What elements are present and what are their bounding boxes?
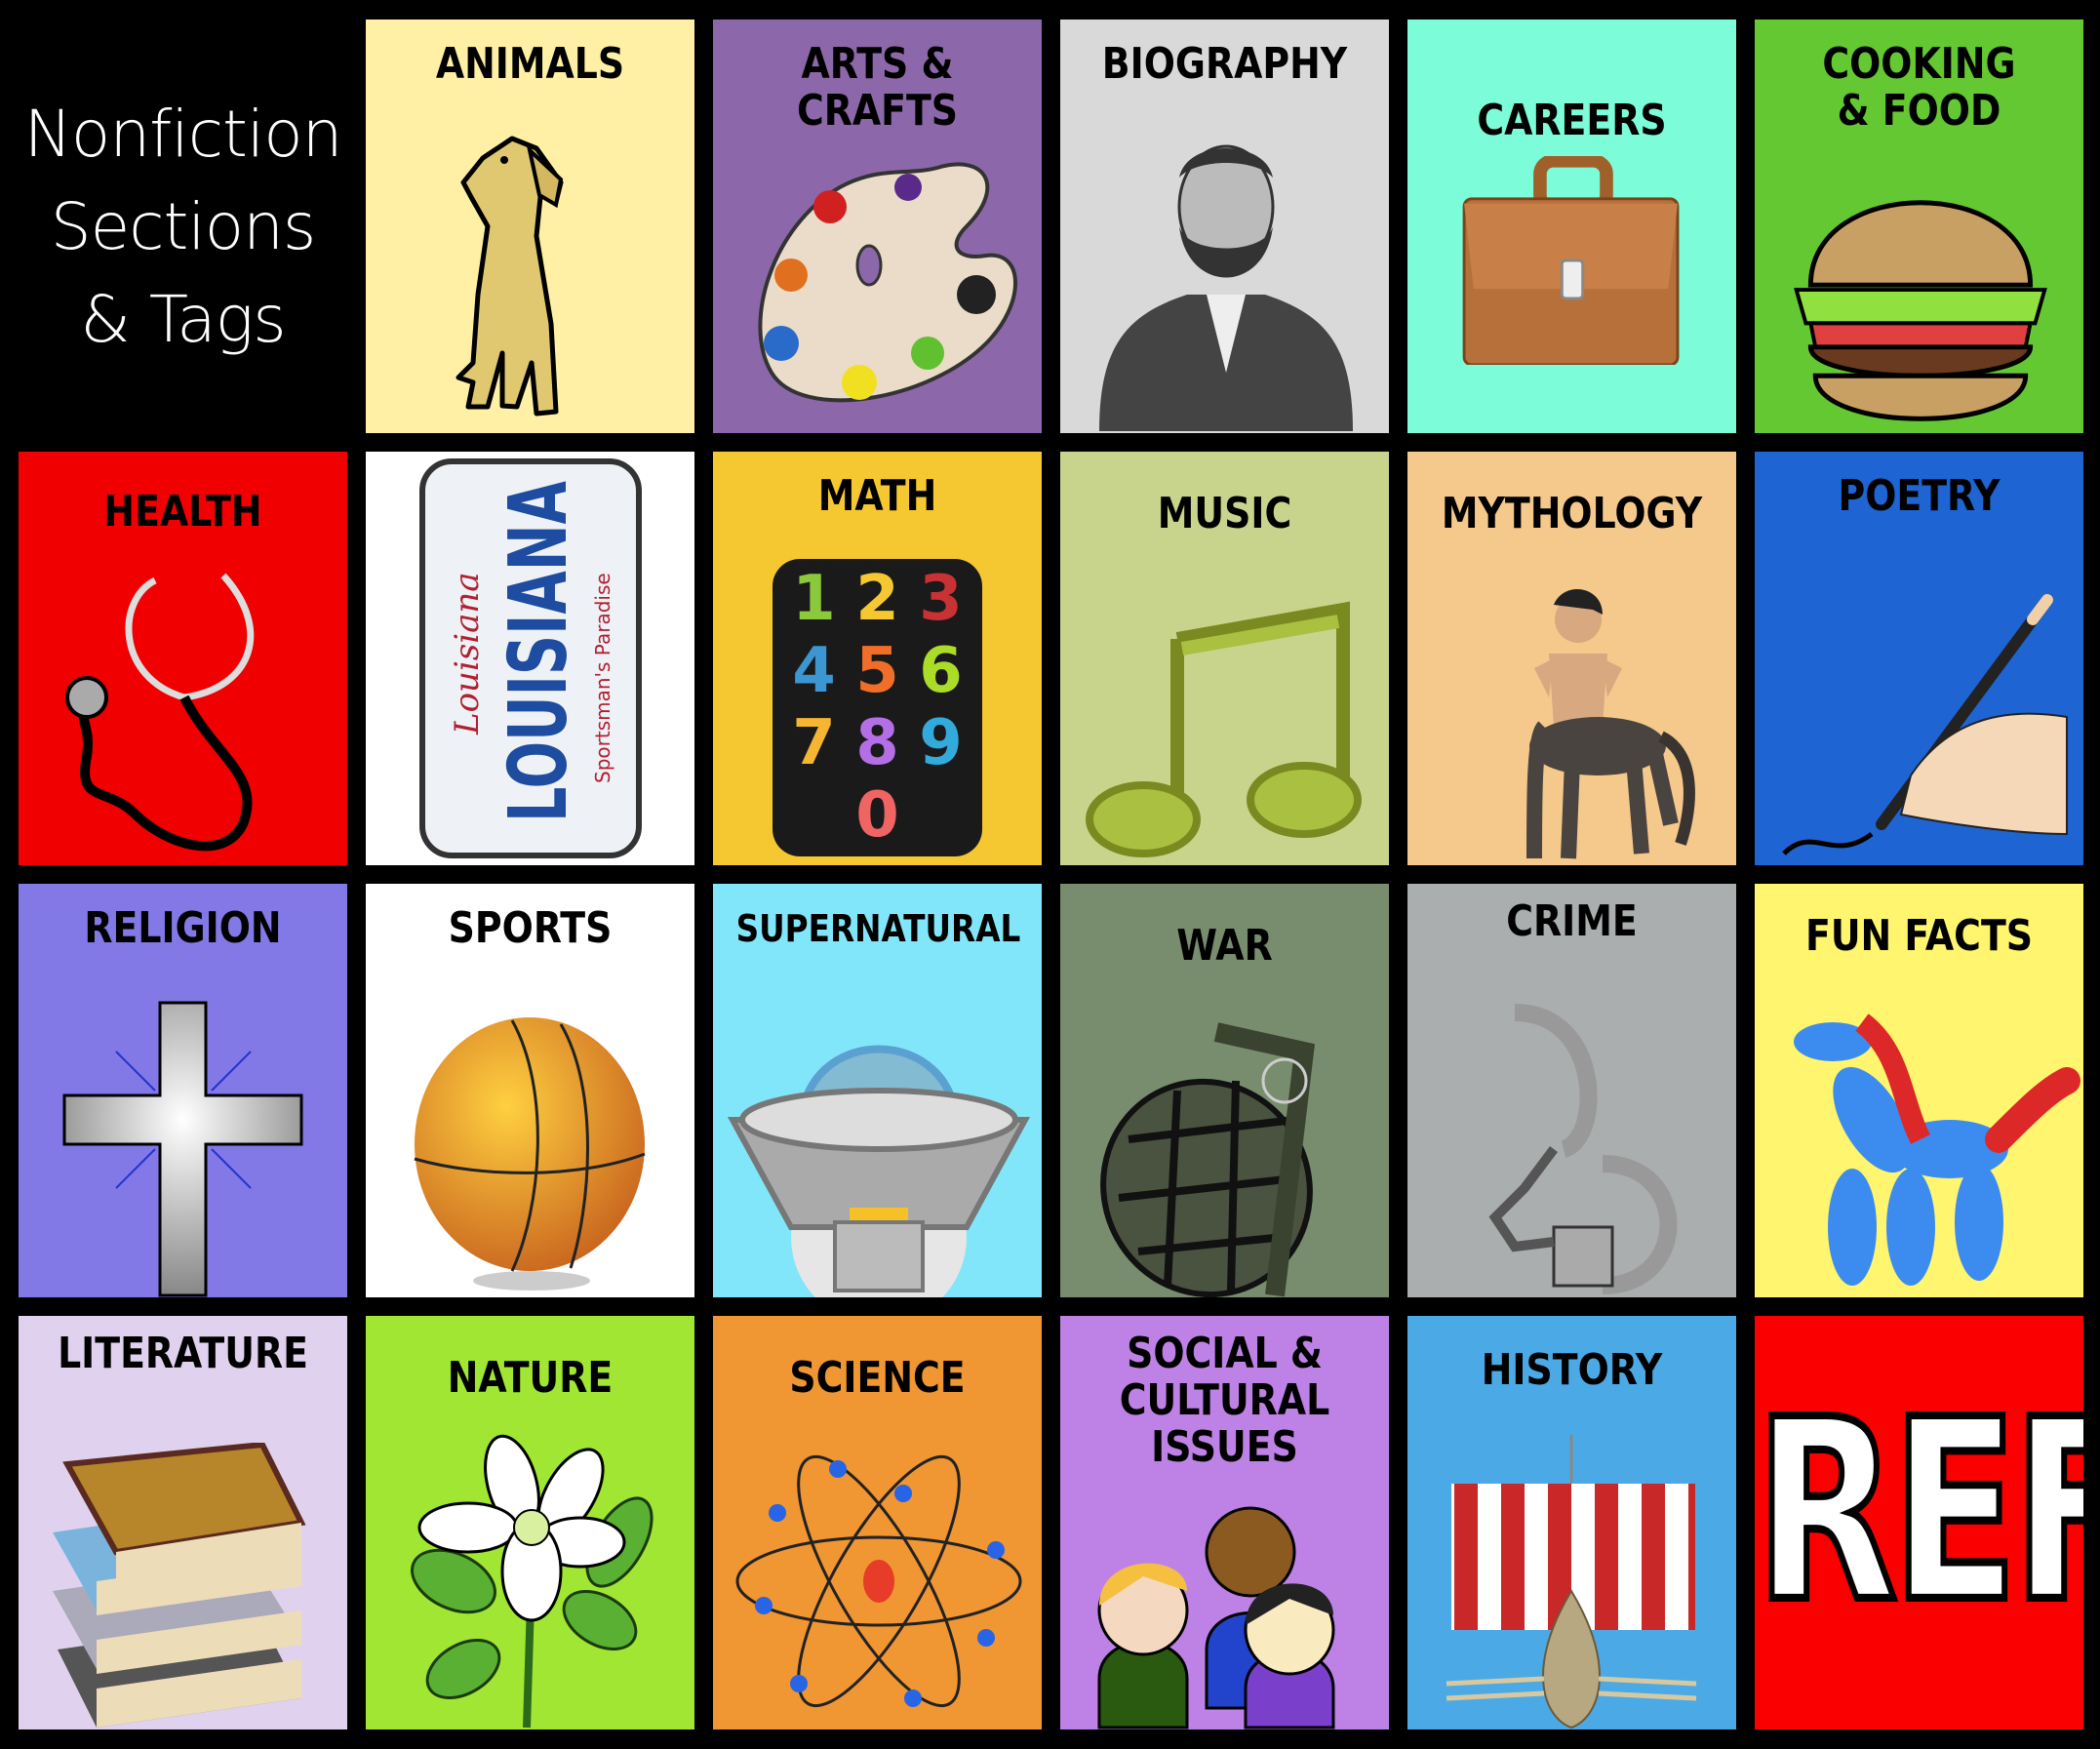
- tile-label: ARTS & CRAFTS: [796, 39, 959, 136]
- digit: 0: [855, 779, 899, 852]
- plate-tagline-text: Sportsman's Paradise: [591, 573, 614, 783]
- tile-nature[interactable]: NATURE: [366, 1316, 694, 1729]
- digit: 4: [792, 635, 836, 707]
- digit: 3: [919, 563, 963, 635]
- grenade-icon: [1060, 1011, 1389, 1297]
- ufo-icon: [713, 1001, 1042, 1297]
- digit: 8: [855, 707, 899, 779]
- tile-music[interactable]: MUSIC: [1060, 452, 1389, 865]
- tile-mythology[interactable]: MYTHOLOGY: [1407, 452, 1736, 865]
- tile-label: NATURE: [447, 1353, 614, 1403]
- tile-animals[interactable]: ANIMALS: [366, 20, 694, 433]
- flower-icon: [366, 1433, 694, 1729]
- tile-label: SUPERNATURAL: [735, 907, 1021, 950]
- tile-cooking-food[interactable]: COOKING & FOOD: [1755, 20, 2083, 433]
- tile-label: CAREERS: [1477, 96, 1667, 145]
- digit: 5: [855, 635, 899, 707]
- viking-ship-icon: [1407, 1433, 1736, 1729]
- tile-fun-facts[interactable]: FUN FACTS: [1755, 884, 2083, 1297]
- tile-social-cultural-issues[interactable]: SOCIAL & CULTURAL ISSUES: [1060, 1316, 1389, 1729]
- tile-sports[interactable]: SPORTS: [366, 884, 694, 1297]
- tile-poetry[interactable]: POETRY: [1755, 452, 2083, 865]
- centaur-icon: [1407, 578, 1736, 865]
- title-line-2: Sections: [50, 188, 317, 264]
- tile-label: COOKING & FOOD: [1822, 39, 2016, 136]
- tile-reference[interactable]: REF: [1755, 1316, 2083, 1729]
- paint-palette-icon: [713, 146, 1042, 433]
- balloon-animal-icon: [1755, 1001, 2083, 1297]
- tile-math[interactable]: MATH 1 2 3 4 5 6 7 8 9 0: [713, 452, 1042, 865]
- tile-label: SCIENCE: [789, 1353, 966, 1403]
- digit: 2: [855, 563, 899, 635]
- tile-label: BIOGRAPHY: [1101, 39, 1348, 89]
- tile-careers[interactable]: CAREERS: [1407, 20, 1736, 433]
- tile-label: RELIGION: [84, 903, 282, 953]
- digit: 7: [792, 707, 836, 779]
- atom-icon: [713, 1433, 1042, 1729]
- cross-icon: [19, 1001, 347, 1297]
- ref-text-icon: REF: [1755, 1362, 2083, 1660]
- tile-science[interactable]: SCIENCE: [713, 1316, 1042, 1729]
- tile-war[interactable]: WAR: [1060, 884, 1389, 1297]
- tile-label: HEALTH: [103, 487, 262, 537]
- tile-label: FUN FACTS: [1804, 911, 2034, 961]
- tile-label: MUSIC: [1157, 489, 1292, 538]
- tile-label: ANIMALS: [435, 39, 625, 89]
- tile-label: CRIME: [1506, 896, 1638, 946]
- digit: 6: [919, 635, 963, 707]
- tile-label: MATH: [817, 471, 937, 521]
- music-note-icon: [1060, 598, 1389, 865]
- tile-biography[interactable]: BIOGRAPHY: [1060, 20, 1389, 433]
- tile-literature[interactable]: LITERATURE: [19, 1316, 347, 1729]
- plate-script-text: Louisiana: [448, 572, 487, 735]
- tile-louisiana[interactable]: LOUISIANA Louisiana Sportsman's Paradise: [366, 452, 694, 865]
- digit: 9: [919, 707, 963, 779]
- people-group-icon: [1060, 1482, 1389, 1729]
- tile-arts-crafts[interactable]: ARTS & CRAFTS: [713, 20, 1042, 433]
- title-line-3: & Tags: [80, 281, 286, 357]
- tile-label: POETRY: [1838, 471, 2001, 521]
- tile-label: HISTORY: [1481, 1345, 1663, 1395]
- numbers-icon: 1 2 3 4 5 6 7 8 9 0: [713, 549, 1042, 865]
- book-stack-icon: [19, 1443, 347, 1729]
- tile-supernatural[interactable]: SUPERNATURAL: [713, 884, 1042, 1297]
- briefcase-icon: [1407, 156, 1736, 365]
- tile-label: WAR: [1176, 921, 1273, 971]
- page-title: Nonfiction Sections & Tags: [19, 20, 347, 433]
- lincoln-portrait-icon: [1060, 117, 1389, 433]
- tile-health[interactable]: HEALTH: [19, 452, 347, 865]
- tile-history[interactable]: HISTORY: [1407, 1316, 1736, 1729]
- hand-writing-pen-icon: [1755, 578, 2083, 865]
- tile-label: MYTHOLOGY: [1441, 489, 1703, 538]
- hamburger-icon: [1755, 156, 2083, 433]
- basketball-icon: [366, 1011, 694, 1297]
- dog-icon: [366, 127, 694, 433]
- stethoscope-icon: [19, 559, 347, 865]
- plate-main-text: LOUISIANA: [493, 481, 585, 822]
- tile-label: LITERATURE: [58, 1329, 308, 1378]
- handcuffs-icon: [1407, 991, 1736, 1297]
- tile-religion[interactable]: RELIGION: [19, 884, 347, 1297]
- title-line-1: Nonfiction: [23, 96, 343, 172]
- tile-label: SOCIAL & CULTURAL ISSUES: [1119, 1329, 1330, 1472]
- nonfiction-grid: Nonfiction Sections & Tags ANIMALS ARTS …: [19, 20, 2083, 1729]
- tile-label: SPORTS: [448, 903, 613, 953]
- digit: 1: [792, 563, 836, 635]
- tile-crime[interactable]: CRIME: [1407, 884, 1736, 1297]
- louisiana-license-plate-icon: LOUISIANA Louisiana Sportsman's Paradise: [366, 452, 694, 865]
